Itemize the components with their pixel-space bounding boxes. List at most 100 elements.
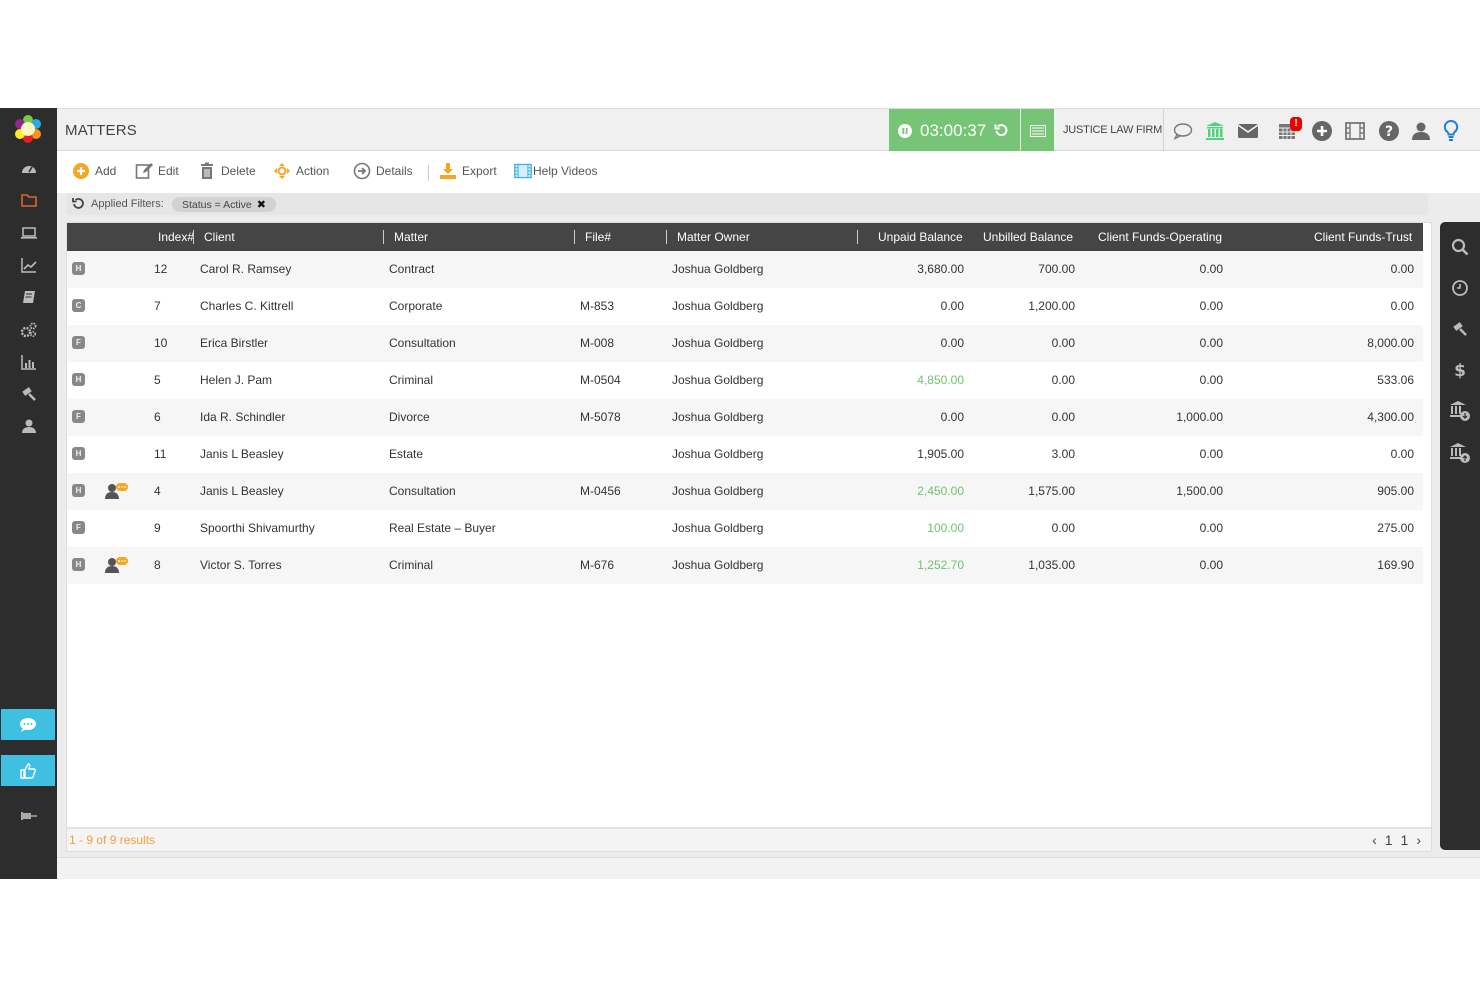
quick-add-button[interactable] bbox=[1311, 120, 1333, 142]
sidebar-item-billing[interactable] bbox=[0, 280, 57, 313]
quick-deposit-button[interactable] bbox=[1449, 400, 1471, 422]
quick-search-button[interactable] bbox=[1449, 236, 1471, 258]
cell-client: Helen J. Pam bbox=[200, 373, 273, 387]
current-page[interactable]: 1 bbox=[1385, 832, 1393, 848]
column-header-client[interactable]: Client bbox=[204, 230, 235, 244]
action-button[interactable]: Action bbox=[273, 162, 329, 180]
remove-filter-icon[interactable]: ✖ bbox=[257, 198, 266, 211]
quick-court-button[interactable] bbox=[1449, 318, 1471, 340]
table-row[interactable]: H 11 Janis L Beasley Estate Joshua Goldberg 1… bbox=[67, 436, 1423, 473]
cell-file: M-0504 bbox=[580, 373, 621, 387]
calendar-button[interactable]: ! bbox=[1276, 117, 1302, 142]
email-button[interactable] bbox=[1237, 120, 1259, 142]
top-header: MATTERS 03:00:37 JUSTICE LAW FIRM ! ? bbox=[57, 108, 1480, 152]
quick-withdraw-button[interactable] bbox=[1449, 442, 1471, 464]
column-header-owner[interactable]: Matter Owner bbox=[677, 230, 750, 244]
bank-button[interactable] bbox=[1204, 120, 1226, 142]
tips-button[interactable] bbox=[1440, 120, 1462, 142]
client-portal-icon[interactable] bbox=[104, 482, 130, 503]
cell-index: 8 bbox=[154, 558, 161, 572]
cell-client-funds-operating: 0.00 bbox=[1199, 447, 1223, 461]
column-resizer[interactable] bbox=[383, 230, 384, 244]
app-logo-icon[interactable] bbox=[13, 114, 43, 144]
column-header-matter[interactable]: Matter bbox=[394, 230, 428, 244]
cell-index: 7 bbox=[154, 299, 161, 313]
sidebar-item-desktop[interactable] bbox=[0, 216, 57, 249]
column-resizer[interactable] bbox=[857, 230, 858, 244]
cell-index: 10 bbox=[154, 336, 168, 350]
cell-index: 9 bbox=[154, 521, 161, 535]
laptop-icon bbox=[20, 226, 37, 239]
column-header-file[interactable]: File# bbox=[585, 230, 611, 244]
client-portal-icon[interactable] bbox=[104, 556, 130, 577]
pin-sidebar-button[interactable] bbox=[0, 799, 57, 832]
table-row[interactable]: C 7 Charles C. Kittrell Corporate M-853 Joshu… bbox=[67, 288, 1423, 325]
prev-page-button[interactable]: ‹ bbox=[1372, 832, 1377, 848]
sidebar-item-analytics[interactable] bbox=[0, 345, 57, 378]
messages-button[interactable] bbox=[1172, 120, 1194, 142]
table-row[interactable]: F 6 Ida R. Schindler Divorce M-5078 Joshua Go… bbox=[67, 399, 1423, 436]
bank-icon bbox=[1206, 122, 1224, 140]
table-row[interactable]: H 8 Victor S. Torres Criminal M-676 Joshua Go… bbox=[67, 547, 1423, 584]
cell-unbilled-balance: 0.00 bbox=[1051, 373, 1075, 387]
column-header-unbilled[interactable]: Unbilled Balance bbox=[983, 230, 1073, 244]
help-videos-button[interactable]: Help Videos bbox=[514, 162, 598, 180]
table-row[interactable]: H 4 Janis L Beasley Consultation M-0456 Joshu… bbox=[67, 473, 1423, 510]
envelope-icon bbox=[1238, 124, 1258, 138]
table-row[interactable]: F 10 Erica Birstler Consultation M-008 Joshua… bbox=[67, 325, 1423, 362]
edit-button[interactable]: Edit bbox=[135, 162, 179, 180]
sidebar-item-reports-trend[interactable] bbox=[0, 248, 57, 281]
cell-owner: Joshua Goldberg bbox=[672, 336, 764, 350]
dashboard-icon bbox=[21, 165, 36, 173]
pause-icon[interactable] bbox=[898, 123, 912, 138]
export-button[interactable]: Export bbox=[439, 162, 497, 180]
column-resizer[interactable] bbox=[574, 230, 575, 244]
sidebar-item-dashboard[interactable] bbox=[0, 152, 57, 185]
cell-client: Carol R. Ramsey bbox=[200, 262, 292, 276]
feedback-button[interactable] bbox=[1, 755, 55, 786]
reset-filters-icon[interactable] bbox=[72, 197, 85, 210]
cell-unpaid-balance: 2,450.00 bbox=[917, 484, 964, 498]
quick-time-entry-button[interactable] bbox=[1449, 277, 1471, 299]
details-button[interactable]: Details bbox=[353, 162, 413, 180]
results-count: 1 - 9 of 9 results bbox=[69, 833, 156, 847]
cell-file: M-0456 bbox=[580, 484, 621, 498]
sidebar-item-contacts[interactable] bbox=[0, 409, 57, 442]
film-icon bbox=[1345, 122, 1365, 140]
chat-button[interactable] bbox=[1, 709, 55, 740]
column-resizer[interactable] bbox=[666, 230, 667, 244]
column-header-unpaid[interactable]: Unpaid Balance bbox=[878, 230, 963, 244]
videos-button[interactable] bbox=[1344, 120, 1366, 142]
table-row[interactable]: H 12 Carol R. Ramsey Contract Joshua Goldber… bbox=[67, 251, 1423, 288]
move-arrows-icon bbox=[274, 163, 290, 179]
delete-button[interactable]: Delete bbox=[198, 162, 256, 180]
profile-button[interactable] bbox=[1410, 120, 1432, 142]
add-button[interactable]: Add bbox=[72, 162, 116, 180]
help-button[interactable]: ? bbox=[1378, 120, 1400, 142]
sidebar-item-court[interactable] bbox=[0, 377, 57, 410]
column-header-trust[interactable]: Client Funds-Trust bbox=[1314, 230, 1412, 244]
help-videos-label: Help Videos bbox=[533, 164, 598, 178]
column-header-operating[interactable]: Client Funds-Operating bbox=[1098, 230, 1222, 244]
svg-text:$: $ bbox=[1454, 361, 1466, 380]
cell-client-funds-operating: 0.00 bbox=[1199, 558, 1223, 572]
lightbulb-icon bbox=[1443, 120, 1459, 141]
reset-timer-icon[interactable] bbox=[994, 123, 1009, 138]
timesheet-button[interactable] bbox=[1021, 109, 1054, 152]
timesheet-icon bbox=[1029, 124, 1046, 137]
table-row[interactable]: H 5 Helen J. Pam Criminal M-0504 Joshua Goldb… bbox=[67, 362, 1423, 399]
timer-widget[interactable]: 03:00:37 bbox=[889, 109, 1020, 152]
plus-circle-icon bbox=[1312, 121, 1332, 141]
gavel-icon bbox=[21, 386, 36, 401]
quick-expense-button[interactable]: $ bbox=[1449, 359, 1471, 381]
sidebar-item-matters[interactable] bbox=[0, 183, 57, 216]
next-page-button[interactable]: › bbox=[1416, 832, 1421, 848]
cell-client-funds-trust: 0.00 bbox=[1390, 447, 1414, 461]
table-row[interactable]: F 9 Spoorthi Shivamurthy Real Estate – Buye… bbox=[67, 510, 1423, 547]
column-resizer[interactable] bbox=[193, 230, 194, 244]
cell-index: 6 bbox=[154, 410, 161, 424]
sidebar-item-settings[interactable] bbox=[0, 313, 57, 346]
filter-chip-status[interactable]: Status = Active ✖ bbox=[172, 197, 276, 212]
bottom-strip bbox=[57, 857, 1480, 879]
column-header-index[interactable]: Index# bbox=[158, 230, 194, 244]
